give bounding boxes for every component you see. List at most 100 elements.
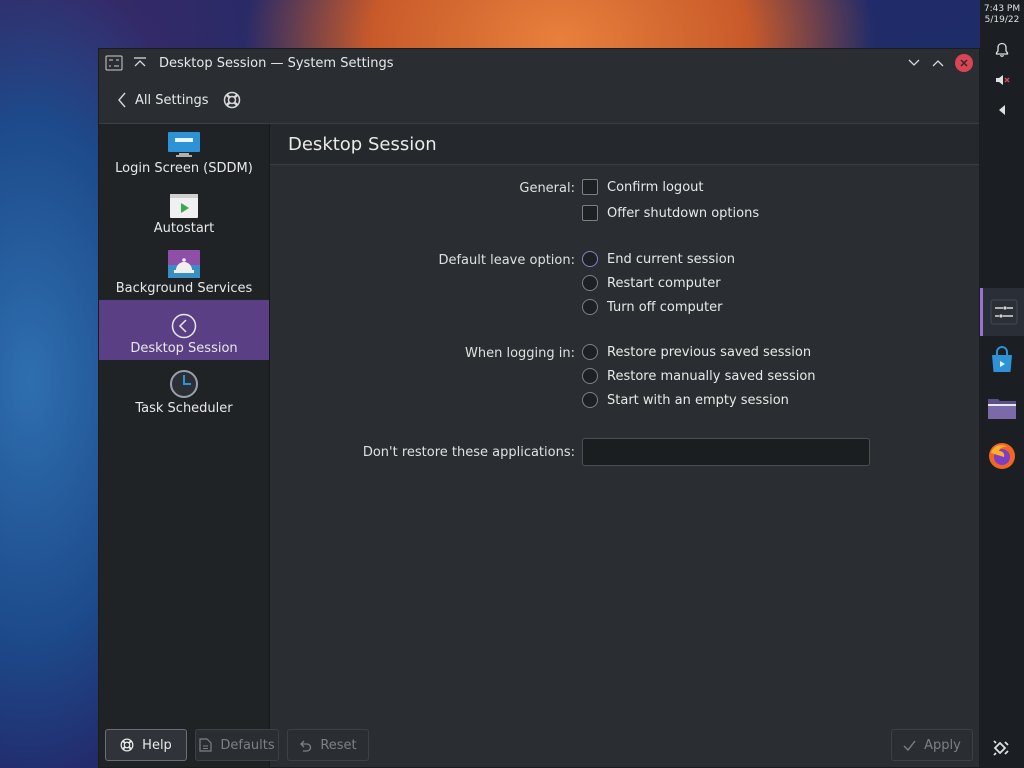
content-area: Desktop Session General: Confirm logout … [270, 124, 979, 767]
apply-label: Apply [924, 737, 961, 753]
right-panel: 7:43 PM 5/19/22 [980, 0, 1024, 768]
checkbox-box[interactable] [582, 179, 598, 195]
offer-shutdown-checkbox[interactable]: Offer shutdown options [582, 205, 759, 221]
firefox-icon [989, 443, 1015, 469]
page-header: Desktop Session [270, 124, 979, 165]
radio-label: Start with an empty session [607, 392, 789, 408]
checkbox-label: Offer shutdown options [607, 205, 760, 221]
radio-circle[interactable] [582, 344, 598, 360]
sidebar-item-login-screen[interactable]: Login Screen (SDDM) [99, 124, 269, 180]
exclude-apps-input[interactable] [582, 438, 870, 466]
turn-off-computer-radio[interactable]: Turn off computer [582, 299, 722, 315]
row-end-session: Default leave option: End current sessio… [270, 251, 979, 271]
system-settings-window: Desktop Session — System Settings All Se… [98, 48, 980, 768]
defaults-label: Defaults [220, 737, 275, 753]
chevron-up-icon [932, 60, 944, 67]
chevron-left-icon [118, 92, 126, 108]
reset-label: Reset [320, 737, 357, 753]
folder-icon [988, 399, 1016, 419]
title-bar[interactable]: Desktop Session — System Settings [99, 49, 979, 77]
window-body: Login Screen (SDDM) Autostart Background… [99, 124, 979, 767]
clock-time: 7:43 PM [983, 4, 1021, 14]
sidebar: Login Screen (SDDM) Autostart Background… [99, 124, 270, 767]
close-icon [960, 59, 968, 67]
window-title: Desktop Session — System Settings [159, 55, 394, 71]
maximize-button[interactable] [927, 52, 949, 74]
notifications-icon[interactable] [990, 38, 1014, 62]
sidebar-item-task-scheduler[interactable]: Task Scheduler [99, 360, 269, 420]
undo-icon [300, 740, 312, 752]
help-label: Help [142, 737, 172, 753]
checkbox-box[interactable] [582, 205, 598, 221]
reset-button[interactable]: Reset [287, 729, 369, 761]
volume-muted-icon[interactable] [990, 68, 1014, 92]
sidebar-item-autostart[interactable]: Autostart [99, 180, 269, 240]
sidebar-item-label: Autostart [153, 221, 215, 236]
radio-label: Restart computer [607, 275, 721, 291]
window-menu-icon[interactable] [105, 54, 123, 72]
radio-circle[interactable] [582, 392, 598, 408]
clock-date: 5/19/22 [984, 15, 1020, 25]
sidebar-item-label: Background Services [115, 281, 253, 296]
task-firefox[interactable] [980, 432, 1024, 480]
help-button[interactable]: Help [105, 729, 187, 761]
when-logging-in-label: When logging in: [465, 346, 575, 361]
session-back-icon [171, 313, 197, 339]
row-offer-shutdown: Offer shutdown options [270, 205, 979, 225]
page-title: Desktop Session [288, 133, 437, 155]
row-restart: Restart computer [270, 275, 979, 295]
radio-label: Restore manually saved session [607, 368, 816, 384]
document-icon [199, 738, 212, 752]
system-settings-icon [990, 299, 1017, 325]
close-button[interactable] [955, 54, 973, 72]
defaults-button[interactable]: Defaults [195, 729, 279, 761]
radio-circle[interactable] [582, 275, 598, 291]
radio-circle[interactable] [582, 251, 598, 267]
checkmark-icon [903, 740, 916, 751]
row-restore-manual: Restore manually saved session [270, 368, 979, 388]
expand-tray-icon[interactable] [990, 98, 1014, 122]
checkbox-label: Confirm logout [607, 179, 704, 195]
sidebar-item-label: Login Screen (SDDM) [115, 161, 253, 176]
restore-previous-session-radio[interactable]: Restore previous saved session [582, 344, 811, 360]
lifebuoy-help-icon[interactable] [223, 91, 241, 109]
lifebuoy-icon [120, 738, 134, 752]
general-label: General: [519, 181, 575, 196]
toolbar: All Settings [99, 77, 979, 124]
sidebar-item-desktop-session[interactable]: Desktop Session [99, 300, 269, 360]
sidebar-item-label: Task Scheduler [135, 401, 233, 416]
exclude-apps-label: Don't restore these applications: [362, 445, 575, 460]
task-discover[interactable] [980, 336, 1024, 384]
chevron-down-icon [908, 59, 920, 66]
end-current-session-radio[interactable]: End current session [582, 251, 735, 267]
confirm-logout-checkbox[interactable]: Confirm logout [582, 179, 703, 195]
radio-label: End current session [607, 251, 735, 267]
keep-above-icon[interactable] [133, 56, 147, 70]
minimize-button[interactable] [903, 52, 925, 74]
default-leave-label: Default leave option: [438, 253, 575, 268]
start-empty-session-radio[interactable]: Start with an empty session [582, 392, 789, 408]
task-file-manager[interactable] [980, 384, 1024, 432]
application-launcher-icon[interactable] [990, 736, 1014, 760]
radio-label: Turn off computer [607, 299, 723, 315]
radio-circle[interactable] [582, 368, 598, 384]
restore-manual-session-radio[interactable]: Restore manually saved session [582, 368, 816, 384]
radio-circle[interactable] [582, 299, 598, 315]
row-confirm-logout: General: Confirm logout [270, 179, 979, 199]
digital-clock[interactable]: 7:43 PM 5/19/22 [984, 4, 1020, 26]
all-settings-button[interactable]: All Settings [117, 92, 209, 108]
row-restore-previous: When logging in: Restore previous saved … [270, 344, 979, 364]
play-icon [170, 194, 198, 218]
radio-label: Restore previous saved session [607, 344, 812, 360]
restart-computer-radio[interactable]: Restart computer [582, 275, 721, 291]
button-bar: Help Defaults Reset Apply [99, 723, 979, 767]
task-system-settings[interactable] [980, 288, 1024, 336]
row-turn-off: Turn off computer [270, 299, 979, 319]
sidebar-item-background-services[interactable]: Background Services [99, 240, 269, 300]
sidebar-item-label: Desktop Session [130, 341, 238, 356]
row-exclude-apps: Don't restore these applications: [270, 438, 979, 468]
clock-icon [170, 370, 198, 398]
monitor-icon [168, 132, 200, 157]
apply-button[interactable]: Apply [891, 729, 973, 761]
row-empty-session: Start with an empty session [270, 392, 979, 412]
